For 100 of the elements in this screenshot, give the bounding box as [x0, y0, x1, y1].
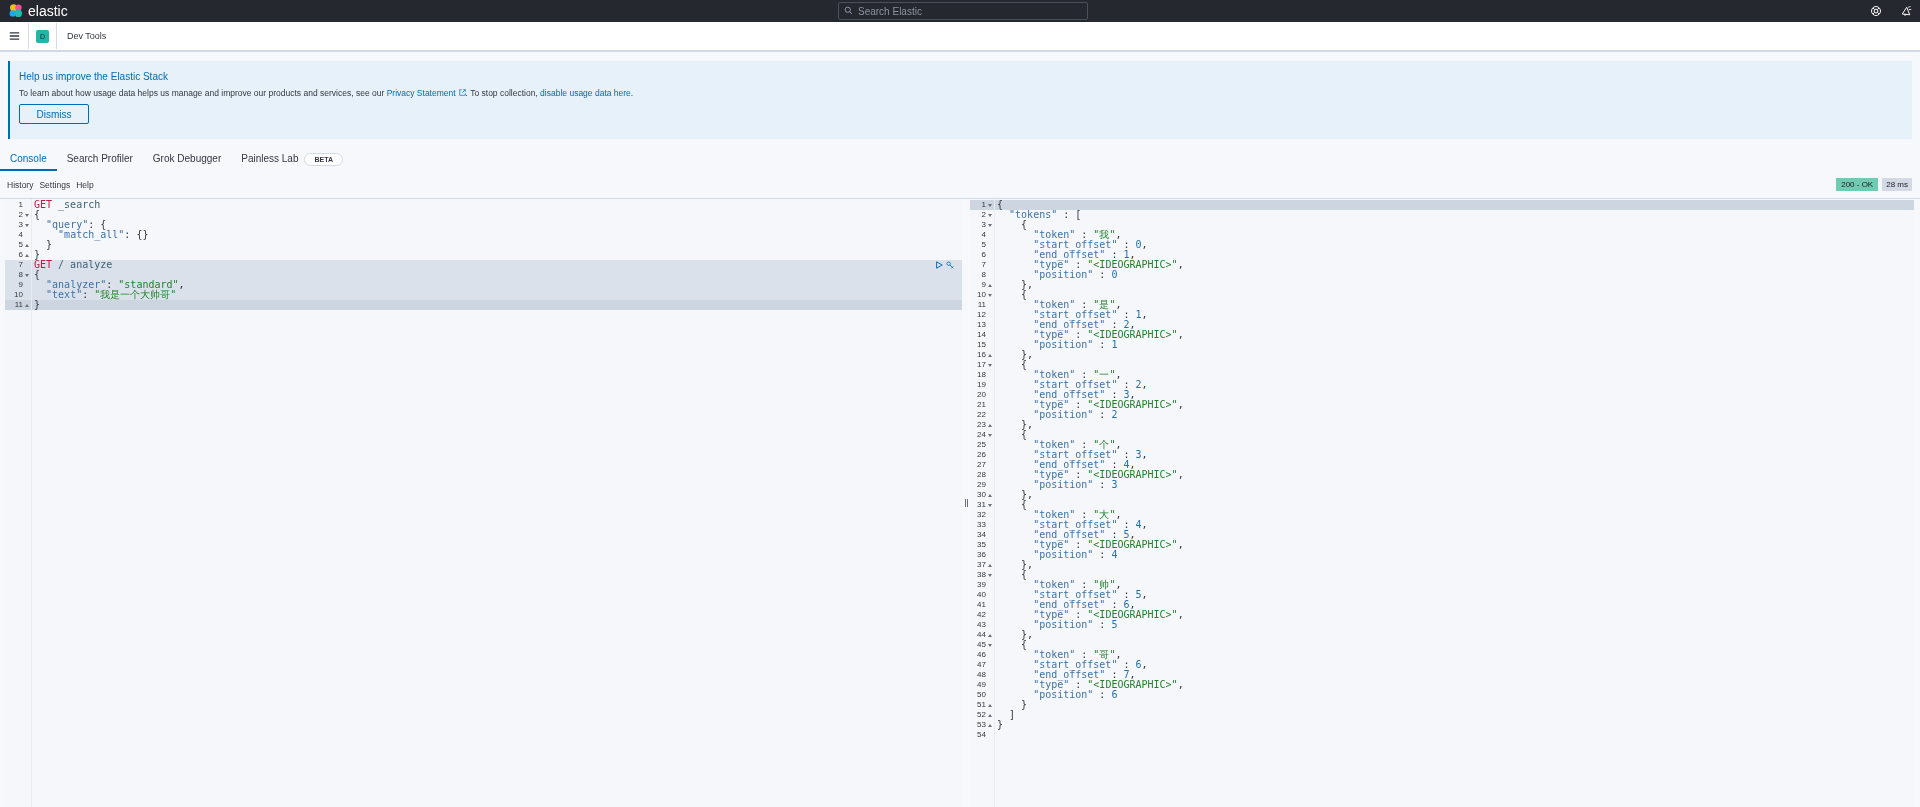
- fold-icon[interactable]: [25, 273, 29, 277]
- fold-icon[interactable]: [988, 713, 992, 717]
- code-line: },: [1020, 350, 1034, 360]
- fold-icon[interactable]: [988, 363, 992, 367]
- line-number: 53: [977, 720, 986, 730]
- line-number: 10: [14, 290, 23, 300]
- code-line: }: [45, 240, 53, 250]
- code-line: "end_offset" : 3,: [1032, 390, 1136, 400]
- breadcrumb: Dev Tools: [67, 31, 107, 41]
- megaphone-icon[interactable]: [1900, 5, 1912, 17]
- line-number: 25: [977, 440, 986, 450]
- code-line: },: [1020, 490, 1034, 500]
- fold-icon[interactable]: [25, 303, 29, 307]
- code-line: "start_offset" : 1,: [1032, 310, 1148, 320]
- code-line: "position" : 5: [1032, 620, 1118, 630]
- code-line: "token" : "帅",: [1032, 580, 1122, 590]
- code-line: "start_offset" : 3,: [1032, 450, 1148, 460]
- code-line: "token" : "哥",: [1032, 650, 1122, 660]
- menu-link[interactable]: History: [4, 179, 37, 190]
- fold-icon[interactable]: [988, 283, 992, 287]
- play-icon[interactable]: [935, 261, 943, 269]
- fold-icon[interactable]: [988, 573, 992, 577]
- fold-icon[interactable]: [988, 503, 992, 507]
- line-number: 40: [977, 590, 986, 600]
- line-number: 33: [977, 520, 986, 530]
- fold-icon[interactable]: [988, 223, 992, 227]
- fold-icon[interactable]: [988, 643, 992, 647]
- code-line: "position" : 2: [1032, 410, 1118, 420]
- code-line: "type" : "<IDEOGRAPHIC>",: [1032, 540, 1184, 550]
- fold-icon[interactable]: [988, 433, 992, 437]
- line-number: 19: [977, 380, 986, 390]
- tab[interactable]: Search Profiler: [56, 147, 143, 171]
- request-editor[interactable]: 1 2 3 4 5 6 7 8 9 10 11 GET _search { "query": { "match_all": {} } } GET /_analyze { "analyzer": "standard", "text": "我是一个大帅哥" }: [5, 199, 962, 807]
- line-number: 1: [18, 200, 23, 210]
- fold-icon[interactable]: [988, 423, 992, 427]
- line-number: 39: [977, 580, 986, 590]
- code-line: {: [1020, 430, 1028, 440]
- fold-icon[interactable]: [988, 213, 992, 217]
- line-number: 5: [981, 240, 986, 250]
- line-number: 4: [18, 230, 23, 240]
- tab[interactable]: Grok Debugger: [142, 147, 232, 171]
- menu-icon: [8, 31, 20, 41]
- link[interactable]: disable usage data here: [540, 88, 631, 98]
- line-number: 38: [977, 570, 986, 580]
- code-line: {: [1020, 640, 1028, 650]
- line-number: 46: [977, 650, 986, 660]
- code-line: GET _search: [33, 200, 101, 210]
- search-field[interactable]: Search Elastic: [838, 2, 1088, 20]
- code-line: "end_offset" : 4,: [1032, 460, 1136, 470]
- line-number: 7: [18, 260, 23, 270]
- fold-icon[interactable]: [25, 223, 29, 227]
- link[interactable]: Privacy Statement: [386, 88, 466, 98]
- fold-icon[interactable]: [25, 253, 29, 257]
- line-number: 35: [977, 540, 986, 550]
- code-line: {: [33, 270, 41, 280]
- fold-icon[interactable]: [25, 243, 29, 247]
- line-number: 7: [981, 260, 986, 270]
- line-number: 21: [977, 400, 986, 410]
- code-line: "token" : "一",: [1032, 370, 1122, 380]
- fold-icon[interactable]: [988, 633, 992, 637]
- line-number: 15: [977, 340, 986, 350]
- banner-title: Help us improve the Elastic Stack: [19, 71, 169, 82]
- line-number: 47: [977, 660, 986, 670]
- code-line: }: [996, 720, 1004, 730]
- fold-icon[interactable]: [988, 493, 992, 497]
- fold-icon[interactable]: [988, 723, 992, 727]
- line-number: 5: [18, 240, 23, 250]
- fold-icon[interactable]: [988, 563, 992, 567]
- code-line: "position" : 6: [1032, 690, 1118, 700]
- line-number: 9: [18, 280, 23, 290]
- brand-name: elastic: [28, 3, 68, 19]
- code-line: "token" : "我",: [1032, 230, 1122, 240]
- line-number: 42: [977, 610, 986, 620]
- help-icon[interactable]: [1870, 5, 1882, 17]
- line-number: 43: [977, 620, 986, 630]
- line-number: 17: [977, 360, 986, 370]
- fold-icon[interactable]: [988, 293, 992, 297]
- fold-icon[interactable]: [988, 353, 992, 357]
- line-number: 20: [977, 390, 986, 400]
- code-line: "type" : "<IDEOGRAPHIC>",: [1032, 330, 1184, 340]
- line-number: 44: [977, 630, 986, 640]
- code-line: "end_offset" : 2,: [1032, 320, 1136, 330]
- line-number: 8: [18, 270, 23, 280]
- line-number: 9: [981, 280, 986, 290]
- wrench-icon[interactable]: [946, 261, 954, 269]
- code-line: {: [1020, 220, 1028, 230]
- fold-icon[interactable]: [988, 703, 992, 707]
- code-line: "tokens" : [: [1008, 210, 1082, 220]
- dismiss-button[interactable]: Dismiss: [19, 104, 89, 124]
- logo-icon[interactable]: [8, 3, 24, 19]
- menu-link[interactable]: Settings: [36, 179, 74, 190]
- fold-icon[interactable]: [988, 203, 992, 207]
- menu-link[interactable]: Help: [73, 179, 97, 190]
- line-number: 11: [14, 300, 23, 310]
- fold-icon[interactable]: [25, 213, 29, 217]
- line-number: 30: [977, 490, 986, 500]
- code-line: "text": "我是一个大帅哥": [45, 290, 177, 300]
- tab[interactable]: Console: [0, 147, 57, 171]
- code-line: "type" : "<IDEOGRAPHIC>",: [1032, 260, 1184, 270]
- code-line: "position" : 4: [1032, 550, 1118, 560]
